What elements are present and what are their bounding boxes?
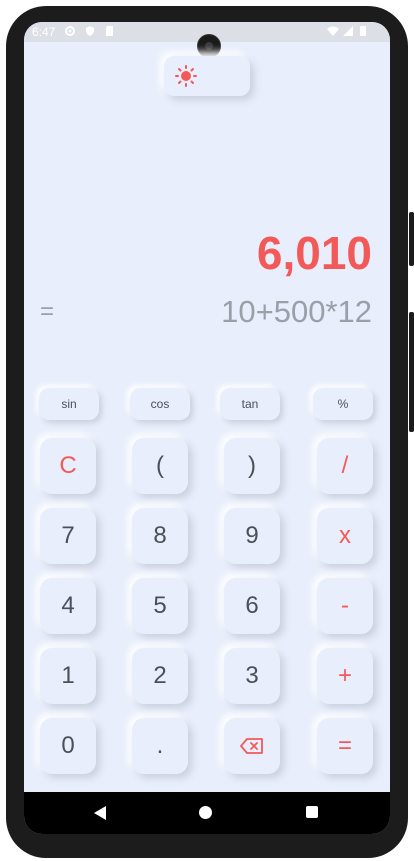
status-time: 6:47 bbox=[32, 25, 56, 39]
signal-icon bbox=[343, 26, 353, 36]
digit-4-button[interactable]: 4 bbox=[40, 578, 96, 634]
wifi-icon bbox=[327, 26, 339, 36]
digit-1-button[interactable]: 1 bbox=[40, 648, 96, 704]
clear-button[interactable]: C bbox=[40, 438, 96, 494]
open-paren-button[interactable]: ( bbox=[132, 438, 188, 494]
multiply-button[interactable]: x bbox=[317, 508, 373, 564]
front-camera bbox=[197, 34, 221, 58]
digit-0-button[interactable]: 0 bbox=[40, 718, 96, 774]
equals-label: = bbox=[40, 298, 55, 325]
decimal-button[interactable]: . bbox=[132, 718, 188, 774]
divide-button[interactable]: / bbox=[317, 438, 373, 494]
sd-card-icon bbox=[106, 26, 113, 36]
theme-toggle bbox=[164, 56, 250, 96]
settings-icon bbox=[65, 26, 75, 36]
digit-6-button[interactable]: 6 bbox=[224, 578, 280, 634]
digit-5-button[interactable]: 5 bbox=[132, 578, 188, 634]
close-paren-button[interactable]: ) bbox=[224, 438, 280, 494]
digit-3-button[interactable]: 3 bbox=[224, 648, 280, 704]
screen: 6:47 6,010 = 10+500*12 sin cos tan % C (… bbox=[24, 22, 390, 834]
recents-icon[interactable] bbox=[306, 806, 318, 818]
equals-button[interactable]: = bbox=[317, 718, 373, 774]
battery-icon bbox=[360, 26, 366, 36]
backspace-button[interactable] bbox=[224, 718, 280, 774]
home-icon[interactable] bbox=[199, 806, 212, 819]
cos-button[interactable]: cos bbox=[130, 388, 190, 420]
digit-2-button[interactable]: 2 bbox=[132, 648, 188, 704]
result-display: 6,010 bbox=[256, 227, 372, 279]
percent-button[interactable]: % bbox=[313, 388, 373, 420]
digit-8-button[interactable]: 8 bbox=[132, 508, 188, 564]
sun-icon[interactable] bbox=[174, 64, 198, 88]
digit-7-button[interactable]: 7 bbox=[40, 508, 96, 564]
shield-icon bbox=[86, 26, 94, 36]
side-button-volume bbox=[409, 312, 414, 432]
side-button-power bbox=[409, 212, 414, 266]
moon-icon[interactable] bbox=[216, 64, 240, 88]
back-icon[interactable] bbox=[94, 806, 107, 820]
sin-button[interactable]: sin bbox=[39, 388, 99, 420]
tan-button[interactable]: tan bbox=[220, 388, 280, 420]
add-button[interactable]: + bbox=[317, 648, 373, 704]
expression-display: 10+500*12 bbox=[221, 294, 372, 329]
subtract-button[interactable]: - bbox=[317, 578, 373, 634]
backspace-icon bbox=[240, 738, 263, 754]
navigation-bar bbox=[24, 792, 390, 834]
digit-9-button[interactable]: 9 bbox=[224, 508, 280, 564]
